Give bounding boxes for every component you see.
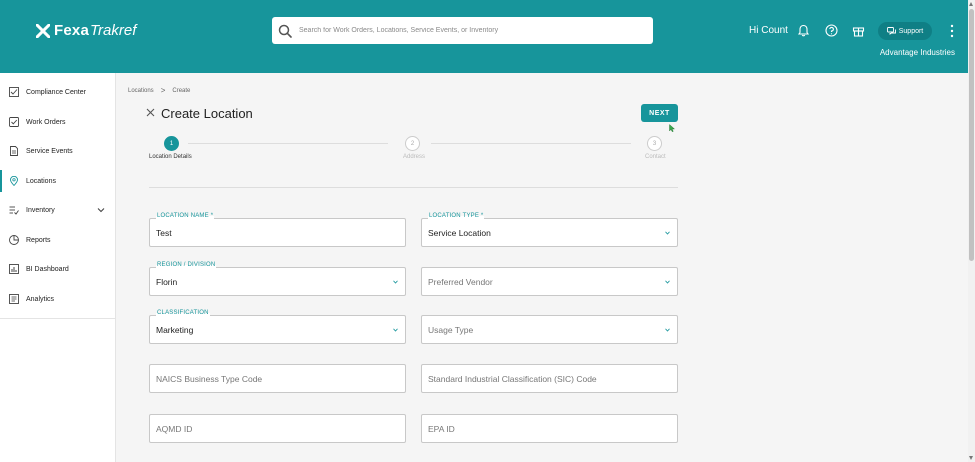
location-pin-icon (10, 176, 18, 186)
logo-mark-icon (36, 23, 50, 38)
classification-value: Marketing (156, 325, 194, 335)
region-division-label: REGION / DIVISION (156, 262, 217, 268)
breadcrumb-locations[interactable]: Locations (128, 88, 154, 94)
sidebar-item-label: Work Orders (26, 118, 66, 126)
chevron-down-icon (393, 280, 398, 284)
page-title: Create Location (161, 106, 253, 121)
location-name-value: Test (156, 228, 172, 238)
sidebar-item-label: Reports (26, 236, 51, 244)
chevron-down-icon (665, 231, 670, 235)
naics-code-placeholder: NAICS Business Type Code (156, 374, 263, 384)
aqmd-id-placeholder: AQMD ID (156, 424, 193, 434)
usage-type-placeholder: Usage Type (428, 325, 474, 335)
breadcrumb-separator: > (160, 86, 166, 95)
breadcrumb-create: Create (172, 87, 191, 94)
preferred-vendor-select[interactable]: Preferred Vendor (421, 267, 678, 296)
classification-select[interactable]: CLASSIFICATION Marketing (149, 310, 406, 344)
step-2-label: Address (403, 154, 426, 160)
bi-dashboard-icon (9, 264, 19, 274)
logo-text-light: Trakref (90, 22, 137, 39)
location-name-label: LOCATION NAME * (156, 213, 215, 219)
chat-icon (886, 26, 896, 35)
sidebar-item-compliance-center[interactable]: Compliance Center (0, 81, 116, 103)
step-3-label: Contact (645, 154, 666, 160)
naics-code-field[interactable]: NAICS Business Type Code (149, 364, 406, 393)
sidebar: Compliance Center Work Orders Service Ev… (0, 73, 116, 462)
aqmd-id-field[interactable]: AQMD ID (149, 414, 406, 443)
search-input[interactable] (299, 27, 639, 34)
scroll-up-icon[interactable] (969, 2, 973, 6)
mouse-cursor-icon (669, 124, 675, 132)
sidebar-item-inventory[interactable]: Inventory (0, 199, 116, 221)
sidebar-item-reports[interactable]: Reports (0, 229, 116, 251)
bell-icon[interactable] (797, 24, 810, 37)
sidebar-item-bi-dashboard[interactable]: BI Dashboard (0, 258, 116, 280)
region-division-select[interactable]: REGION / DIVISION Florin (149, 262, 406, 296)
top-header: Fexa Trakref Hi Count Support Advan (0, 0, 968, 73)
work-orders-icon (9, 117, 19, 127)
usage-type-select[interactable]: Usage Type (421, 315, 678, 344)
sidebar-item-analytics[interactable]: Analytics (0, 288, 116, 310)
sidebar-item-label: Service Events (26, 147, 73, 155)
form-divider (149, 187, 678, 188)
location-type-label: LOCATION TYPE * (428, 213, 485, 219)
gift-icon[interactable] (852, 24, 865, 37)
step-3-circle[interactable]: 3 (647, 136, 662, 151)
inventory-icon (9, 206, 19, 215)
scroll-down-icon[interactable] (969, 456, 973, 460)
help-icon[interactable] (825, 24, 838, 37)
sidebar-item-label: BI Dashboard (26, 265, 69, 273)
sidebar-item-label: Locations (26, 177, 56, 185)
step-2-circle[interactable]: 2 (405, 136, 420, 151)
support-label: Support (898, 27, 924, 35)
scrollbar-thumb[interactable] (969, 9, 974, 261)
service-events-icon (10, 146, 18, 156)
sic-code-placeholder: Standard Industrial Classification (SIC)… (428, 374, 597, 384)
epa-id-placeholder: EPA ID (428, 424, 455, 434)
more-options-icon[interactable] (949, 24, 955, 38)
support-button[interactable]: Support (878, 22, 932, 40)
sic-code-field[interactable]: Standard Industrial Classification (SIC)… (421, 364, 678, 393)
stepper-line-1 (188, 143, 388, 144)
sidebar-item-label: Inventory (26, 206, 55, 214)
sidebar-item-locations[interactable]: Locations (0, 170, 116, 192)
chevron-down-icon (665, 328, 670, 332)
classification-label: CLASSIFICATION (156, 310, 210, 316)
location-type-value: Service Location (428, 228, 491, 238)
chevron-down-icon[interactable] (97, 206, 105, 214)
chevron-down-icon (393, 328, 398, 332)
company-name[interactable]: Advantage Industries (880, 48, 955, 57)
analytics-icon (9, 294, 19, 304)
sidebar-item-service-events[interactable]: Service Events (0, 140, 116, 162)
sidebar-divider (0, 318, 116, 319)
reports-icon (9, 235, 19, 245)
chevron-down-icon (665, 280, 670, 284)
global-search[interactable] (272, 17, 653, 44)
logo[interactable]: Fexa Trakref (36, 22, 136, 39)
user-greeting[interactable]: Hi Count (749, 25, 788, 36)
step-1-label: Location Details (149, 154, 192, 160)
search-icon (278, 24, 292, 38)
epa-id-field[interactable]: EPA ID (421, 414, 678, 443)
preferred-vendor-placeholder: Preferred Vendor (428, 277, 493, 287)
location-name-field[interactable]: LOCATION NAME * Test (149, 213, 406, 247)
stepper-line-2 (431, 143, 631, 144)
logo-text-bold: Fexa (54, 22, 89, 39)
page-scrollbar[interactable] (968, 0, 975, 462)
location-type-select[interactable]: LOCATION TYPE * Service Location (421, 213, 678, 247)
sidebar-item-label: Analytics (26, 295, 55, 303)
next-button[interactable]: NEXT (641, 104, 678, 122)
region-division-value: Florin (156, 277, 178, 287)
compliance-icon (9, 87, 19, 97)
step-1-circle[interactable]: 1 (164, 136, 179, 151)
close-icon[interactable] (146, 108, 155, 117)
breadcrumb: Locations > Create (128, 86, 190, 95)
sidebar-item-label: Compliance Center (26, 88, 86, 96)
sidebar-item-work-orders[interactable]: Work Orders (0, 111, 116, 133)
